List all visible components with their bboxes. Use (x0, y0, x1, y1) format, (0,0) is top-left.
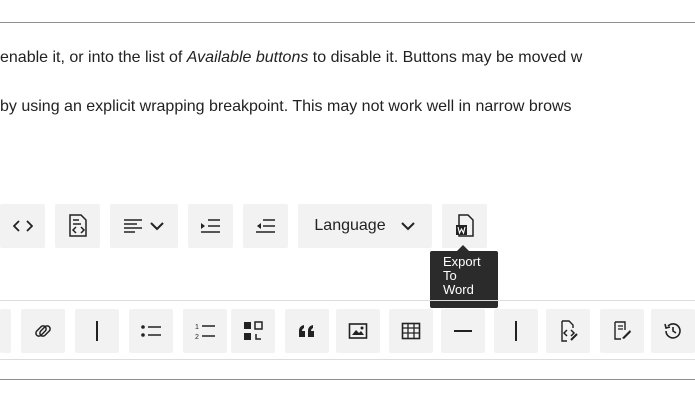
help-text-line-2: by using an explicit wrapping breakpoint… (0, 98, 572, 115)
indent-icon (200, 219, 220, 233)
chevron-down-icon (400, 222, 415, 231)
horizontal-line-icon (454, 330, 472, 332)
block-quote-button[interactable] (285, 309, 329, 353)
alignment-dropdown[interactable] (110, 204, 178, 248)
available-buttons-emphasis: Available buttons (186, 49, 309, 66)
media-embed-icon (244, 321, 263, 340)
divider-icon (96, 321, 98, 341)
chevron-down-icon (150, 222, 164, 231)
horizontal-line-button[interactable] (441, 309, 485, 353)
source-button[interactable] (55, 204, 100, 248)
partial-button[interactable] (0, 309, 11, 353)
wrap-breakpoint-button-2[interactable] (494, 309, 538, 353)
wrap-breakpoint-button[interactable] (75, 309, 119, 353)
block-quote-icon (299, 325, 314, 337)
tooltip-line: To (443, 268, 457, 283)
top-divider (0, 22, 695, 23)
export-to-word-button[interactable] (442, 204, 487, 248)
edit-icon (614, 321, 631, 340)
bottom-divider (0, 379, 695, 380)
code-button[interactable] (0, 204, 45, 248)
table-icon (401, 322, 421, 340)
link-button[interactable] (21, 309, 65, 353)
history-icon (664, 323, 681, 339)
bulleted-list-icon (141, 325, 161, 337)
divider-icon (515, 321, 517, 341)
source-editing-icon (561, 320, 578, 342)
svg-text:2: 2 (195, 334, 199, 340)
tooltip-line: Export (443, 254, 481, 269)
language-label: Language (314, 217, 386, 234)
table-button[interactable] (389, 309, 433, 353)
media-embed-button[interactable] (231, 309, 275, 353)
code-icon (12, 220, 33, 232)
export-to-word-icon (455, 214, 474, 237)
numbered-list-icon: 1 2 (195, 324, 215, 340)
align-left-icon (124, 219, 142, 233)
indent-button[interactable] (188, 204, 233, 248)
outdent-icon (255, 219, 275, 233)
bulleted-list-button[interactable] (129, 309, 173, 353)
language-dropdown[interactable]: Language (298, 204, 432, 248)
link-icon (35, 325, 51, 337)
svg-text:1: 1 (195, 324, 199, 331)
edit-button[interactable] (600, 309, 644, 353)
image-icon (348, 323, 368, 339)
source-icon (68, 214, 87, 237)
numbered-list-button[interactable]: 1 2 (183, 309, 227, 353)
tooltip-line: Word (443, 282, 474, 297)
help-text-line-1: enable it, or into the list of Available… (0, 49, 583, 66)
history-button[interactable] (651, 309, 695, 353)
source-editing-button[interactable] (546, 309, 590, 353)
outdent-button[interactable] (243, 204, 288, 248)
image-button[interactable] (336, 309, 380, 353)
